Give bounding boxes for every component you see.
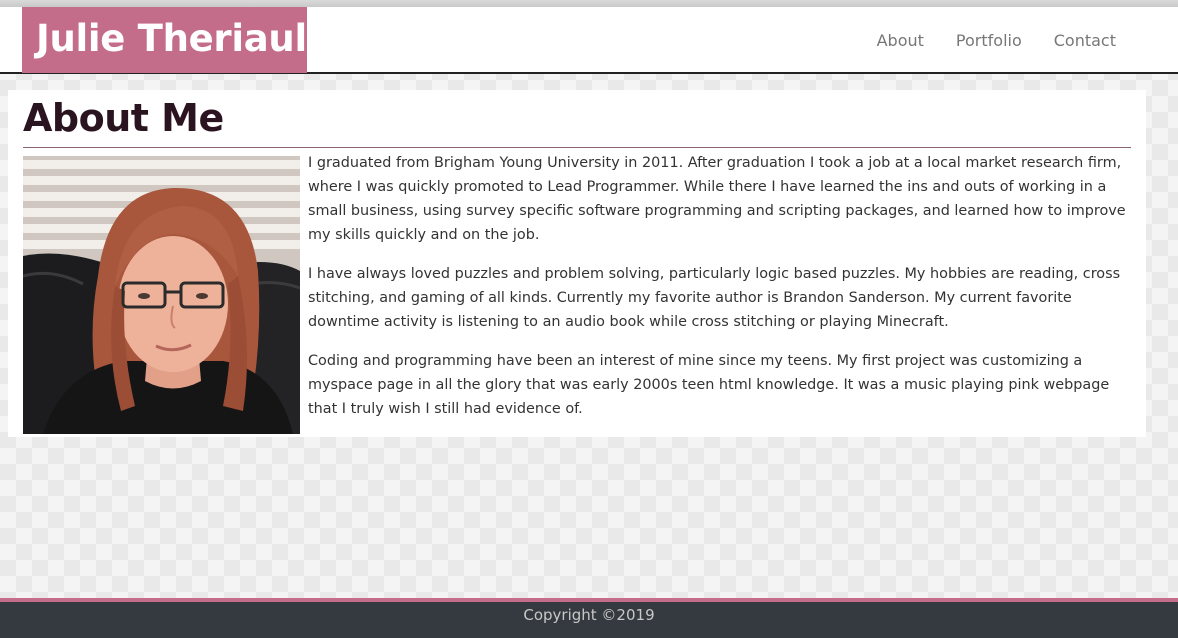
about-paragraph: I graduated from Brigham Young Universit… [308, 155, 1126, 243]
about-paragraph: I have always loved puzzles and problem … [308, 266, 1121, 330]
profile-photo [23, 156, 300, 434]
nav-link-portfolio[interactable]: Portfolio [956, 31, 1022, 50]
browser-top-strip [0, 0, 1178, 7]
about-section: About Me I graduated from Brigham Young … [8, 90, 1146, 437]
nav-link-about[interactable]: About [877, 31, 924, 50]
about-paragraph: Coding and programming have been an inte… [308, 353, 1110, 417]
page-title: About Me [23, 96, 224, 140]
about-text: I graduated from Brigham Young Universit… [308, 151, 1134, 436]
navbar: Julie Theriault About Portfolio Contact [0, 7, 1178, 74]
brand-logo[interactable]: Julie Theriault [22, 7, 325, 73]
footer: Copyright ©2019 [0, 602, 1178, 638]
nav-link-contact[interactable]: Contact [1054, 31, 1116, 50]
nav-links: About Portfolio Contact [877, 7, 1116, 73]
title-divider [23, 147, 1131, 148]
copyright-text: Copyright ©2019 [523, 606, 655, 624]
